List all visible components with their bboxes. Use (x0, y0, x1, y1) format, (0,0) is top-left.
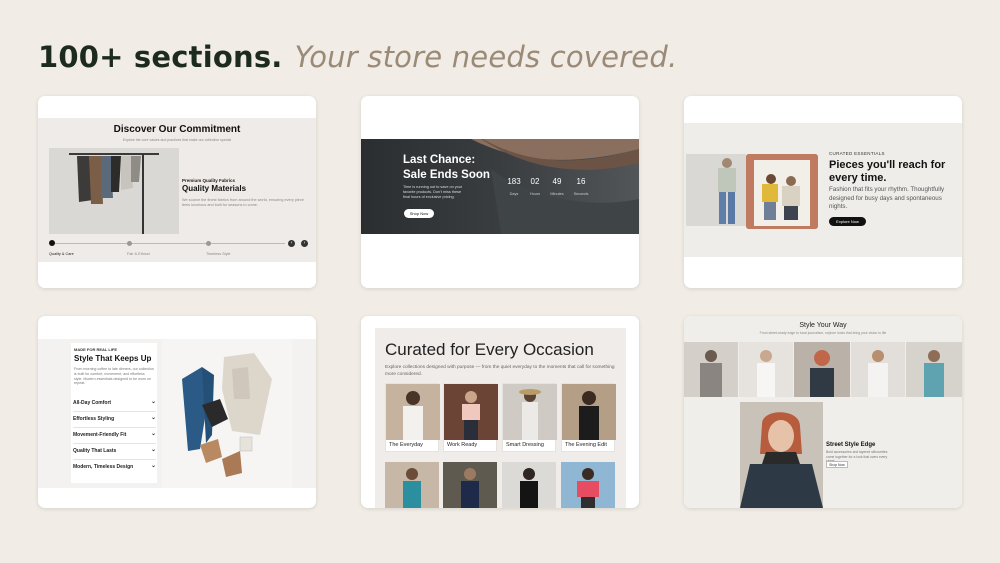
headline-bold: 100+ sections. (38, 40, 283, 74)
countdown-days-label: Days (509, 192, 519, 196)
collection-image[interactable] (502, 462, 556, 508)
chevron-down-icon: ⌄ (150, 431, 156, 437)
countdown-seconds-label: Seconds (573, 192, 589, 196)
chevron-down-icon: ⌄ (150, 415, 156, 421)
flatlay-clothing-image (162, 339, 292, 488)
banner-title-line1: Last Chance: (403, 154, 476, 166)
tile-label: The Evening Edit (565, 442, 607, 448)
card-body: From morning coffee to late dinners, our… (74, 367, 154, 386)
card-title-line1: Pieces you'll reach for (829, 159, 946, 171)
tile-image (503, 384, 557, 440)
countdown-hours-value: 02 (530, 177, 540, 186)
section-card-occasion[interactable]: Curated for Every Occasion Explore colle… (361, 316, 639, 508)
collection-tile[interactable]: The Evening Edit (561, 383, 616, 452)
tile-image (386, 384, 440, 440)
card-body: We source the finest fabrics from around… (182, 198, 304, 207)
step-dot[interactable] (127, 241, 132, 246)
card-title: Discover Our Commitment (113, 124, 241, 135)
card-eyebrow: Premium Quality Fabrics (182, 178, 236, 183)
chevron-down-icon: ⌄ (150, 447, 156, 453)
collection-tile[interactable]: Smart Dressing (502, 383, 557, 452)
tile-label: Smart Dressing (506, 442, 544, 448)
tile-image (562, 384, 616, 440)
collection-tile[interactable]: The Everyday (385, 383, 440, 452)
card-eyebrow: MADE FOR REAL LIFE (74, 347, 118, 352)
step-dot[interactable] (206, 241, 211, 246)
card-subtitle: From street-ready edge to local journali… (759, 331, 887, 335)
chevron-left-icon[interactable]: ‹ (288, 240, 295, 247)
card-title-line2: every time. (829, 172, 887, 184)
accordion-item[interactable]: Movement-Friendly Fit ⌄ (73, 428, 156, 444)
accordion-label: Modern, Timeless Design (73, 464, 134, 470)
tile-label: Work Ready (447, 442, 478, 448)
card-body: Explore collections designed with purpos… (385, 365, 615, 377)
section-card-style-your-way[interactable]: Style Your Way From street-ready edge to… (684, 316, 962, 508)
step-label: Fair & Ethical (127, 252, 150, 256)
card-heading: Quality Materials (182, 184, 247, 193)
accordion-item[interactable]: Effortless Styling ⌄ (73, 412, 156, 428)
style-thumb[interactable] (794, 342, 850, 397)
card-title: Style That Keeps Up (74, 354, 152, 363)
accordion-item[interactable]: Quality That Lasts ⌄ (73, 444, 156, 460)
countdown-minutes-value: 49 (552, 177, 562, 186)
accordion-label: Effortless Styling (73, 416, 115, 422)
collection-image[interactable] (561, 462, 615, 508)
accordion-item[interactable]: Modern, Timeless Design ⌄ (73, 460, 156, 476)
style-thumb[interactable] (684, 342, 738, 397)
accordion-label: Quality That Lasts (73, 448, 117, 454)
model-image-left (686, 154, 746, 226)
card-eyebrow: CURATED ESSENTIALS (829, 151, 885, 156)
step-label: Timeless Style (206, 252, 231, 256)
tile-image (444, 384, 498, 440)
countdown-minutes-label: Minutes (550, 192, 564, 196)
collection-tile[interactable]: Work Ready (443, 383, 498, 452)
clothing-rack-image (49, 148, 179, 234)
chevron-down-icon: ⌄ (150, 399, 156, 405)
countdown-days-value: 183 (507, 177, 521, 186)
explore-now-button[interactable]: Explore Now (829, 217, 866, 226)
card-title: Curated for Every Occasion (385, 340, 594, 359)
chevron-down-icon: ⌄ (150, 463, 156, 469)
page-headline: 100+ sections. Your store needs covered. (38, 40, 677, 74)
section-card-essentials[interactable]: CURATED ESSENTIALS Pieces you'll reach f… (684, 96, 962, 288)
card-subtitle: Explore the core values and practices th… (122, 138, 232, 142)
banner-body: Time is running out to save on your favo… (403, 185, 463, 199)
step-dot-active[interactable] (49, 240, 55, 246)
card-body: Fashion that fits your rhythm. Thoughtfu… (829, 186, 945, 210)
card-title: Style Your Way (799, 322, 847, 329)
step-label: Quality & Care (49, 252, 74, 256)
chevron-right-icon[interactable]: › (301, 240, 308, 247)
countdown-hours-label: Hours (529, 192, 541, 196)
progress-track (52, 243, 285, 244)
style-thumb[interactable] (739, 342, 793, 397)
shop-now-button[interactable]: Shop Now (404, 209, 434, 218)
featured-look-image (740, 402, 823, 508)
section-card-commitment[interactable]: Discover Our Commitment Explore the core… (38, 96, 316, 288)
accordion-label: Movement-Friendly Fit (73, 432, 127, 438)
feature-title: Street Style Edge (826, 442, 876, 448)
tile-label: The Everyday (389, 442, 423, 448)
style-thumb[interactable] (906, 342, 962, 397)
accordion-item[interactable]: All-Day Comfort ⌄ (73, 396, 156, 412)
section-card-keeps-up[interactable]: MADE FOR REAL LIFE Style That Keeps Up F… (38, 316, 316, 508)
headline-italic: Your store needs covered. (294, 40, 678, 74)
countdown-seconds-value: 16 (576, 177, 586, 186)
section-card-countdown[interactable]: Last Chance: Sale Ends Soon Time is runn… (361, 96, 639, 288)
collection-image[interactable] (443, 462, 497, 508)
collection-image[interactable] (385, 462, 439, 508)
banner-title-line2: Sale Ends Soon (403, 169, 490, 181)
shop-now-button[interactable]: Shop Now (826, 461, 848, 468)
style-thumb[interactable] (851, 342, 905, 397)
model-image-right (746, 154, 818, 229)
card-footer-space (38, 262, 316, 288)
accordion-label: All-Day Comfort (73, 400, 112, 406)
